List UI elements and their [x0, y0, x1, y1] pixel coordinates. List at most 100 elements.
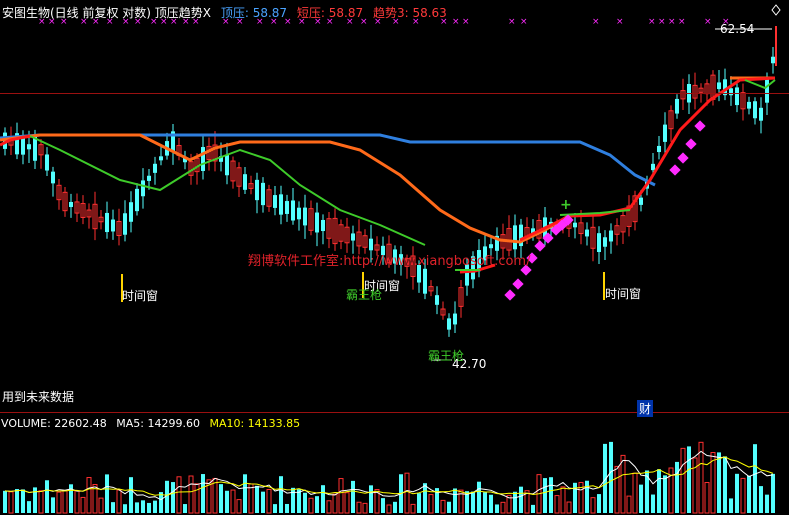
- candle-body: [585, 229, 589, 237]
- volume-bar: [759, 486, 763, 513]
- volume-bar: [513, 491, 517, 513]
- candle-body: [147, 175, 151, 181]
- volume-bar: [326, 500, 332, 514]
- volume-bar: [80, 496, 86, 514]
- volume-bar: [123, 504, 127, 513]
- volume-bar: [248, 483, 254, 514]
- volume-bar: [356, 501, 362, 514]
- overlord-label: 霸王枪: [428, 349, 465, 363]
- candle-body: [447, 318, 451, 330]
- candle-body: [771, 56, 775, 64]
- time-window-label: 时间窗: [605, 287, 642, 301]
- volume-bar: [620, 454, 626, 514]
- volume-bar: [585, 480, 589, 513]
- volume-bar: [332, 493, 338, 514]
- volume-bar: [704, 482, 710, 514]
- volume-bar: [171, 482, 175, 513]
- top-x-marker: ×: [668, 17, 676, 27]
- volume-bar: [477, 481, 481, 513]
- candle-body: [303, 207, 307, 226]
- volume-bar: [543, 478, 547, 513]
- volume-bar: [86, 477, 92, 514]
- volume-bar: [225, 490, 229, 513]
- volume-bar: [8, 491, 14, 514]
- signal-diamond: [669, 164, 681, 176]
- volume-bar: [51, 497, 55, 513]
- volume-bar: [62, 490, 68, 514]
- candle-body: [129, 202, 133, 222]
- volume-bar: [3, 490, 7, 513]
- volume-bar: [614, 465, 620, 514]
- volume-bar: [495, 504, 499, 513]
- volume-bar: [15, 489, 19, 513]
- volume-bar: [483, 492, 487, 513]
- top-x-marker: ×: [678, 17, 686, 27]
- candle-body: [141, 180, 145, 197]
- volume-bar: [98, 497, 104, 514]
- candle-body: [573, 222, 577, 228]
- volume-bar: [687, 446, 691, 513]
- candle-body: [285, 201, 289, 214]
- signal-diamond: [694, 120, 706, 132]
- candle-body: [69, 201, 73, 208]
- volume-bar: [489, 494, 493, 513]
- candle-body: [351, 233, 355, 241]
- volume-bar: [560, 486, 566, 514]
- candle-body: [735, 87, 739, 106]
- candle-body: [159, 156, 163, 161]
- candle-body: [423, 268, 427, 294]
- trend-label: 趋势3: 58.63: [372, 6, 447, 20]
- volume-bar: [74, 490, 80, 514]
- candle-body: [153, 163, 157, 173]
- volume-bar: [657, 469, 661, 513]
- candle-body: [435, 295, 439, 305]
- volume-bar: [663, 475, 667, 513]
- volume-bar: [735, 473, 739, 513]
- volume-bar: [675, 461, 679, 513]
- finance-badge[interactable]: 财: [637, 400, 654, 417]
- volume-bar: [771, 473, 775, 513]
- resist-label: 顶压: 58.87: [220, 6, 288, 20]
- candle-body: [759, 107, 763, 121]
- volume-bar: [519, 486, 523, 513]
- volume-bar: [500, 501, 506, 514]
- volume-bar: [590, 497, 596, 514]
- overlord-label: 霸王枪: [346, 288, 383, 302]
- volume-bar: [531, 504, 535, 513]
- candle-body: [609, 230, 613, 242]
- volume-bar: [338, 478, 344, 514]
- candle-body: [753, 101, 757, 119]
- buy-plus-marker: +: [560, 197, 572, 213]
- candle-body: [291, 200, 295, 221]
- volume-bar: [549, 477, 553, 513]
- candle-body: [765, 77, 769, 103]
- candle-body: [135, 188, 139, 212]
- candle-body: [315, 212, 319, 233]
- candle-body: [105, 212, 109, 233]
- volume-bar: [566, 501, 572, 514]
- volume-bar: [285, 503, 289, 513]
- volume-bar: [447, 501, 451, 513]
- signal-diamond: [534, 240, 546, 252]
- volume-bar: [116, 489, 122, 514]
- candle-body: [639, 197, 643, 205]
- volume-bar: [261, 491, 265, 513]
- volume-bar: [753, 444, 757, 513]
- volume-bar: [201, 474, 205, 513]
- volume-bar: [135, 502, 139, 513]
- top-x-marker: ×: [462, 17, 470, 27]
- volume-bar: [315, 496, 319, 513]
- candle-body: [597, 233, 601, 253]
- ma10-label: MA10: 14133.85: [209, 417, 301, 430]
- volume-bar: [639, 484, 643, 513]
- top-x-marker: ×: [508, 17, 516, 27]
- volume-bar: [176, 476, 182, 514]
- signal-diamond: [677, 152, 689, 164]
- top-x-marker: ×: [704, 17, 712, 27]
- volume-bar: [308, 497, 314, 514]
- candle-body: [603, 237, 607, 247]
- volume-bar: [609, 441, 613, 513]
- top-x-marker: ×: [520, 17, 528, 27]
- short-label: 短压: 58.87: [296, 6, 364, 20]
- volume-bar: [297, 489, 301, 513]
